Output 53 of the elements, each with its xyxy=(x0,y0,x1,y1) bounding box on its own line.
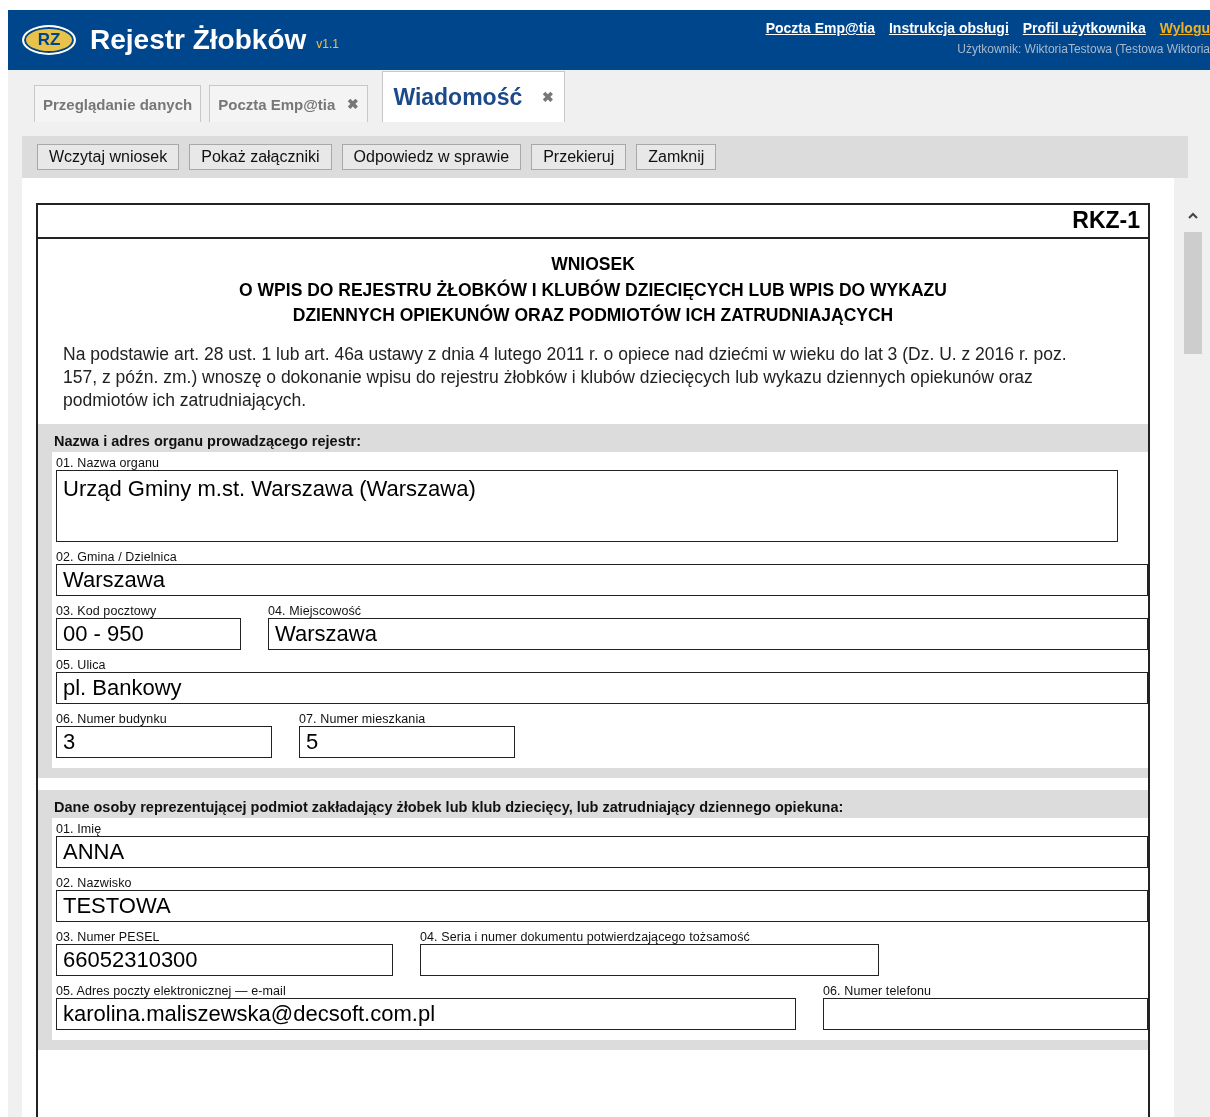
toolbar-button[interactable]: Odpowiedz w sprawie xyxy=(341,144,522,170)
text-area[interactable]: Urząd Gminy m.st. Warszawa (Warszawa) xyxy=(56,469,1118,542)
input-field[interactable] xyxy=(420,943,879,976)
toolbar-button[interactable]: Przekieruj xyxy=(531,144,627,170)
tab[interactable]: Przeglądanie danych xyxy=(34,85,202,122)
section-heading: Nazwa i adres organu prowadzącego rejestr: xyxy=(53,431,362,451)
field-label: 03. Kod pocztowy xyxy=(56,603,158,618)
section-heading: Dane osoby reprezentującej podmiot zakładający żłobek lub klub dziecięcy, lub zatrudniający dziennego opiekuna: xyxy=(53,797,845,817)
tab[interactable]: Wiadomość ✖ xyxy=(382,71,566,122)
input-field[interactable]: 3 xyxy=(56,725,272,758)
field-label: 03. Numer PESEL xyxy=(56,929,161,944)
field-label: 02. Gmina / Dzielnica xyxy=(56,549,178,564)
form-title: O WPIS DO REJESTRU ŻŁOBKÓW I KLUBÓW DZIECIĘCYCH LUB WPIS DO WYKAZU xyxy=(239,278,947,302)
form-title: DZIENNYCH OPIEKUNÓW ORAZ PODMIOTÓW ICH ZATRUDNIAJĄCYCH xyxy=(292,303,894,327)
header-link[interactable]: Poczta Emp@tia xyxy=(765,20,875,36)
scroll-thumb[interactable] xyxy=(1184,232,1202,354)
input-field[interactable]: 5 xyxy=(299,725,515,758)
version-label: v1.1 xyxy=(316,37,339,51)
field-label: 06. Numer budynku xyxy=(56,711,168,726)
app-title: Rejestr Żłobków xyxy=(90,24,307,56)
close-icon[interactable]: ✖ xyxy=(542,89,555,105)
user-info: Użytkownik: WiktoriaTestowa (Testowa Wiktoria xyxy=(957,42,1210,56)
field-label: 06. Numer telefonu xyxy=(823,983,933,998)
field-label: 01. Nazwa organu xyxy=(56,455,161,470)
header-link[interactable]: Profil użytkownika xyxy=(1022,20,1146,36)
input-field[interactable]: 00 - 950 xyxy=(56,617,241,650)
close-icon[interactable]: ✖ xyxy=(347,96,360,112)
input-field[interactable]: ANNA xyxy=(56,835,1148,868)
input-field[interactable]: Warszawa xyxy=(56,563,1148,596)
intro-paragraph: Na podstawie art. 28 ust. 1 lub art. 46a ustawy z dnia 4 lutego 2011 r. o opiece nad dziećmi w wieku do lat 3 (Dz. U. z 2016 r. poz. 157, z późn. zm.) wnoszę o dokonanie wpisu do rejestru żłobków i klubów dziecięcych lub wykazu dziennych opiekunów oraz podmiotów ich zatrudniających. xyxy=(63,342,1068,412)
form-title: WNIOSEK xyxy=(551,253,635,276)
scroll-up-icon[interactable] xyxy=(1188,212,1198,219)
field-label: 07. Numer mieszkania xyxy=(299,711,427,726)
field-label: 05. Ulica xyxy=(56,657,107,672)
toolbar-button[interactable]: Wczytaj wniosek xyxy=(37,144,180,170)
input-field[interactable]: karolina.maliszewska@decsoft.com.pl xyxy=(56,997,796,1030)
toolbar-button[interactable]: Zamknij xyxy=(636,144,717,170)
field-label: 04. Seria i numer dokumentu potwierdzającego tożsamość xyxy=(420,929,751,944)
form-code: RKZ-1 xyxy=(38,205,1148,239)
input-field[interactable]: pl. Bankowy xyxy=(56,671,1148,704)
tab[interactable]: Poczta Emp@tia ✖ xyxy=(209,85,369,122)
input-field[interactable]: TESTOWA xyxy=(56,889,1148,922)
input-field[interactable]: 66052310300 xyxy=(56,943,393,976)
logout-link[interactable]: Wylogu xyxy=(1159,20,1210,36)
toolbar-button[interactable]: Pokaż załączniki xyxy=(189,144,332,170)
input-field[interactable] xyxy=(823,997,1148,1030)
header-link[interactable]: Instrukcja obsługi xyxy=(888,20,1009,36)
field-label: 01. Imię xyxy=(56,821,103,836)
input-field[interactable]: Warszawa xyxy=(268,617,1148,650)
field-label: 02. Nazwisko xyxy=(56,875,133,890)
field-label: 04. Miejscowość xyxy=(268,603,363,618)
logo: RZ xyxy=(22,25,76,55)
field-label: 05. Adres poczty elektronicznej — e-mail xyxy=(56,983,287,998)
